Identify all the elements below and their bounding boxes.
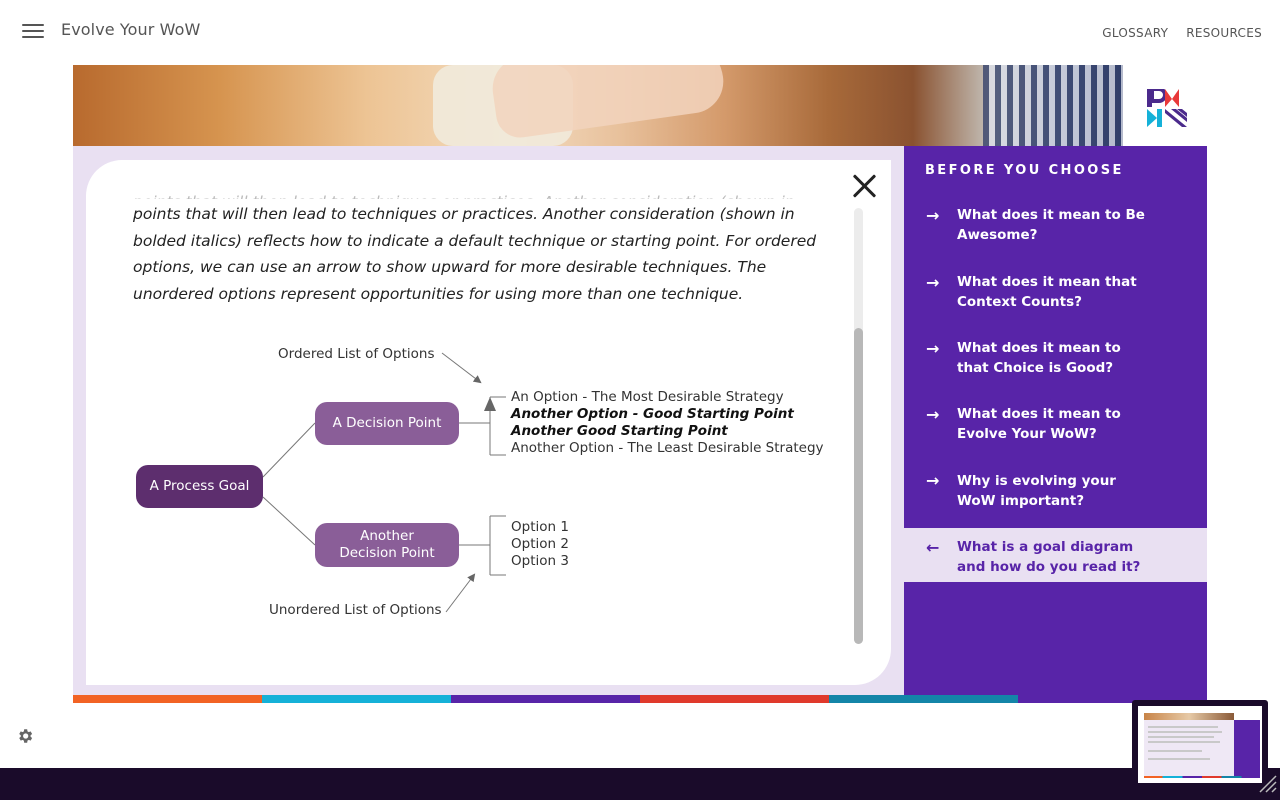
pmi-logo-icon <box>1147 89 1187 127</box>
modal-scrollbar[interactable] <box>854 208 863 644</box>
thumbnail-text-line <box>1148 758 1210 760</box>
strip-segment <box>262 695 451 703</box>
strip-segment <box>640 695 829 703</box>
explanation-text: points that will then lead to techniques… <box>133 205 817 303</box>
explanation-paragraph: points that will then lead to techniques… <box>133 192 833 307</box>
top-navigation: GLOSSARY RESOURCES <box>1102 26 1262 40</box>
bottom-bar <box>0 768 1280 800</box>
arrow-left-icon: ← <box>926 538 940 557</box>
sidebar-item-label: What does it mean to Be Awesome? <box>957 207 1145 243</box>
process-goal-node: A Process Goal <box>136 465 263 508</box>
color-strip <box>73 695 1207 703</box>
thumbnail-main <box>1144 720 1234 776</box>
sidebar-item-goal-diagram[interactable]: ← What is a goal diagram and how do you … <box>904 528 1207 582</box>
decision-point-node: A Decision Point <box>315 402 459 445</box>
another-decision-point-node: Another Decision Point <box>315 523 459 567</box>
scrollbar-thumb[interactable] <box>854 328 863 644</box>
close-icon[interactable] <box>852 173 878 199</box>
thumbnail-text-line <box>1148 741 1220 743</box>
sidebar-item-label: What does it mean to that Choice is Good… <box>957 340 1121 376</box>
resize-handle-icon[interactable] <box>1256 772 1278 794</box>
hero-stripes-shape <box>983 65 1123 146</box>
page-thumbnail-preview[interactable] <box>1132 700 1268 787</box>
before-you-choose-sidebar: BEFORE YOU CHOOSE → What does it mean to… <box>904 146 1207 695</box>
sidebar-item-choice-is-good[interactable]: → What does it mean to that Choice is Go… <box>904 337 1207 387</box>
hamburger-menu-icon[interactable] <box>22 24 44 40</box>
arrow-right-icon: → <box>926 273 940 292</box>
resources-link[interactable]: RESOURCES <box>1186 26 1262 40</box>
unordered-option: Option 2 <box>511 536 569 552</box>
ordered-option: An Option - The Most Desirable Strategy <box>511 389 784 405</box>
goal-diagram: A Process Goal A Decision Point Another … <box>128 325 832 637</box>
strip-segment <box>451 695 640 703</box>
unordered-option: Option 1 <box>511 519 569 535</box>
sidebar-item-label: What is a goal diagram and how do you re… <box>957 539 1141 575</box>
top-bar: Evolve Your WoW GLOSSARY RESOURCES <box>0 0 1280 64</box>
sidebar-item-label: What does it mean that Context Counts? <box>957 274 1137 310</box>
sidebar-item-context-counts[interactable]: → What does it mean that Context Counts? <box>904 271 1207 321</box>
thumbnail-sidebar <box>1234 720 1260 776</box>
sidebar-item-evolve-your-wow[interactable]: → What does it mean to Evolve Your WoW? <box>904 403 1207 453</box>
thumbnail-text-line <box>1148 750 1202 752</box>
thumbnail-text-line <box>1148 731 1222 733</box>
thumbnail-hero <box>1144 713 1234 720</box>
ordered-option: Another Option - The Least Desirable Str… <box>511 440 824 456</box>
unordered-option: Option 3 <box>511 553 569 569</box>
hero-hand-shape <box>488 65 728 141</box>
sidebar-item-label: Why is evolving your WoW important? <box>957 473 1116 509</box>
arrow-right-icon: → <box>926 339 940 358</box>
sidebar-item-label: What does it mean to Evolve Your WoW? <box>957 406 1121 442</box>
sidebar-title: BEFORE YOU CHOOSE <box>925 163 1124 178</box>
scrolled-text-fragment: points that will then lead to techniques… <box>133 193 816 199</box>
unordered-list-label: Unordered List of Options <box>269 602 442 618</box>
hero-image <box>73 65 1123 146</box>
logo-area <box>1123 65 1207 146</box>
app-title: Evolve Your WoW <box>61 20 201 39</box>
sidebar-item-be-awesome[interactable]: → What does it mean to Be Awesome? <box>904 204 1207 254</box>
arrow-right-icon: → <box>926 471 940 490</box>
ordered-option-default: Another Option - Good Starting Point <box>511 406 794 422</box>
ordered-option-default: Another Good Starting Point <box>511 423 728 439</box>
sidebar-item-why-evolve[interactable]: → Why is evolving your WoW important? <box>904 470 1207 520</box>
scrolled-text-edge: points that will then lead to techniques… <box>133 192 833 199</box>
glossary-link[interactable]: GLOSSARY <box>1102 26 1168 40</box>
thumbnail-content <box>1138 706 1262 783</box>
arrow-right-icon: → <box>926 405 940 424</box>
thumbnail-text-line <box>1148 736 1214 738</box>
arrow-right-icon: → <box>926 206 940 225</box>
strip-segment <box>73 695 262 703</box>
ordered-list-label: Ordered List of Options <box>278 346 435 362</box>
gear-icon[interactable] <box>16 727 34 745</box>
thumbnail-text-line <box>1148 726 1218 728</box>
strip-segment <box>829 695 1018 703</box>
thumbnail-strip <box>1144 776 1260 778</box>
page: Evolve Your WoW GLOSSARY RESOURCES point… <box>0 0 1280 800</box>
